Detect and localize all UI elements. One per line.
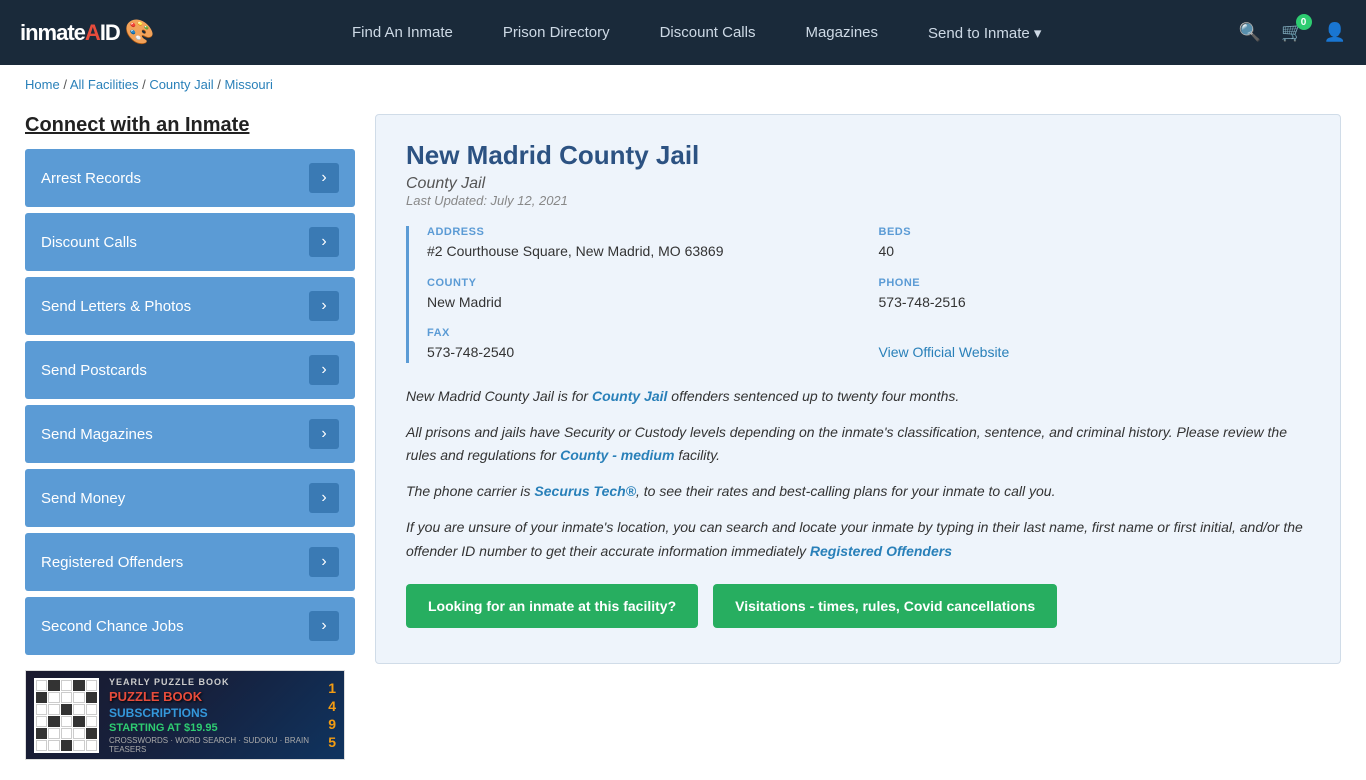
beds-value: 40	[879, 242, 1311, 262]
sidebar-item-label: Arrest Records	[41, 170, 141, 187]
sidebar-item-send-postcards[interactable]: Send Postcards ›	[25, 341, 355, 399]
search-icon[interactable]: 🔍	[1239, 22, 1261, 43]
sidebar-item-send-money[interactable]: Send Money ›	[25, 469, 355, 527]
nav-find-inmate[interactable]: Find An Inmate	[352, 24, 453, 41]
sidebar-item-send-magazines[interactable]: Send Magazines ›	[25, 405, 355, 463]
beds-field: BEDS 40	[879, 226, 1311, 262]
sidebar-item-arrest-records[interactable]: Arrest Records ›	[25, 149, 355, 207]
county-value: New Madrid	[427, 293, 859, 313]
county-medium-link[interactable]: County - medium	[560, 447, 674, 463]
breadcrumb-state[interactable]: Missouri	[224, 77, 272, 92]
website-label	[879, 327, 1311, 339]
sidebar-item-label: Send Postcards	[41, 362, 147, 379]
fax-value: 573-748-2540	[427, 343, 859, 363]
sidebar-item-label: Second Chance Jobs	[41, 618, 184, 635]
ad-crossword-image	[34, 678, 99, 753]
user-icon[interactable]: 👤	[1324, 22, 1346, 43]
nav-magazines[interactable]: Magazines	[805, 24, 878, 41]
beds-label: BEDS	[879, 226, 1311, 238]
arrow-icon: ›	[309, 227, 339, 257]
website-link[interactable]: View Official Website	[879, 344, 1010, 360]
sidebar-item-discount-calls[interactable]: Discount Calls ›	[25, 213, 355, 271]
sidebar-item-second-chance-jobs[interactable]: Second Chance Jobs ›	[25, 597, 355, 655]
arrow-icon: ›	[309, 419, 339, 449]
sidebar-item-send-letters[interactable]: Send Letters & Photos ›	[25, 277, 355, 335]
facility-name: New Madrid County Jail	[406, 140, 1310, 171]
nav-links: Find An Inmate Prison Directory Discount…	[195, 24, 1199, 42]
breadcrumb-all-facilities[interactable]: All Facilities	[70, 77, 139, 92]
county-field: COUNTY New Madrid	[427, 277, 859, 313]
ad-subscriptions-label: SUBSCRIPTIONS	[109, 706, 318, 720]
sidebar-item-registered-offenders[interactable]: Registered Offenders ›	[25, 533, 355, 591]
logo-text: inmateAID	[20, 20, 120, 46]
sidebar-menu: Arrest Records › Discount Calls › Send L…	[25, 149, 355, 655]
registered-offenders-link[interactable]: Registered Offenders	[810, 543, 952, 559]
website-field: View Official Website	[879, 327, 1311, 363]
website-value[interactable]: View Official Website	[879, 343, 1311, 363]
address-field: ADDRESS #2 Courthouse Square, New Madrid…	[427, 226, 859, 262]
ad-text: YEARLY PUZZLE BOOK PUZZLE BOOK SUBSCRIPT…	[109, 677, 318, 754]
phone-value: 573-748-2516	[879, 293, 1311, 313]
address-value: #2 Courthouse Square, New Madrid, MO 638…	[427, 242, 859, 262]
desc-p3: The phone carrier is Securus Tech®, to s…	[406, 480, 1310, 504]
sidebar-item-label: Discount Calls	[41, 234, 137, 251]
desc-p1: New Madrid County Jail is for County Jai…	[406, 385, 1310, 409]
ad-num-5: 5	[328, 734, 336, 750]
cart-badge: 0	[1296, 14, 1312, 30]
securus-link[interactable]: Securus Tech®	[534, 483, 636, 499]
desc-p2: All prisons and jails have Security or C…	[406, 421, 1310, 469]
logo[interactable]: inmateAID 🎨	[20, 18, 155, 47]
sidebar: Connect with an Inmate Arrest Records › …	[25, 114, 355, 760]
nav-send-to-inmate[interactable]: Send to Inmate ▾	[928, 24, 1041, 42]
visitations-button[interactable]: Visitations - times, rules, Covid cancel…	[713, 584, 1057, 628]
breadcrumb-home[interactable]: Home	[25, 77, 60, 92]
arrow-icon: ›	[309, 547, 339, 577]
phone-label: PHONE	[879, 277, 1311, 289]
facility-type: County Jail	[406, 175, 1310, 193]
sidebar-ad[interactable]: YEARLY PUZZLE BOOK PUZZLE BOOK SUBSCRIPT…	[25, 670, 345, 760]
navbar: inmateAID 🎨 Find An Inmate Prison Direct…	[0, 0, 1366, 65]
nav-actions: 🔍 🛒 0 👤	[1239, 22, 1346, 43]
sidebar-item-label: Registered Offenders	[41, 554, 183, 571]
fax-field: FAX 573-748-2540	[427, 327, 859, 363]
action-buttons: Looking for an inmate at this facility? …	[406, 584, 1310, 628]
ad-num-4: 4	[328, 698, 336, 714]
county-label: COUNTY	[427, 277, 859, 289]
nav-prison-directory[interactable]: Prison Directory	[503, 24, 610, 41]
fax-label: FAX	[427, 327, 859, 339]
facility-updated: Last Updated: July 12, 2021	[406, 193, 1310, 208]
ad-puzzle-label: PUZZLE BOOK	[109, 689, 318, 704]
phone-field: PHONE 573-748-2516	[879, 277, 1311, 313]
cart-wrapper[interactable]: 🛒 0	[1281, 22, 1303, 43]
arrow-icon: ›	[309, 163, 339, 193]
description-block: New Madrid County Jail is for County Jai…	[406, 385, 1310, 564]
ad-types-label: CROSSWORDS · WORD SEARCH · SUDOKU · BRAI…	[109, 736, 318, 754]
logo-icon: 🎨	[125, 18, 155, 47]
arrow-icon: ›	[309, 355, 339, 385]
looking-for-inmate-button[interactable]: Looking for an inmate at this facility?	[406, 584, 698, 628]
breadcrumb: Home / All Facilities / County Jail / Mi…	[0, 65, 1366, 104]
arrow-icon: ›	[309, 483, 339, 513]
sidebar-item-label: Send Money	[41, 490, 125, 507]
ad-num-9: 9	[328, 716, 336, 732]
ad-yearly-label: YEARLY PUZZLE BOOK	[109, 677, 318, 687]
breadcrumb-county-jail[interactable]: County Jail	[149, 77, 213, 92]
desc-p4: If you are unsure of your inmate's locat…	[406, 516, 1310, 564]
arrow-icon: ›	[309, 611, 339, 641]
info-grid: ADDRESS #2 Courthouse Square, New Madrid…	[406, 226, 1310, 363]
ad-num-1: 1	[328, 680, 336, 696]
nav-discount-calls[interactable]: Discount Calls	[660, 24, 756, 41]
arrow-icon: ›	[309, 291, 339, 321]
address-label: ADDRESS	[427, 226, 859, 238]
ad-starting-label: STARTING AT $19.95	[109, 722, 318, 734]
main-layout: Connect with an Inmate Arrest Records › …	[0, 104, 1366, 780]
sidebar-title: Connect with an Inmate	[25, 114, 355, 137]
ad-numbers: 1 4 9 5	[328, 680, 336, 750]
sidebar-item-label: Send Magazines	[41, 426, 153, 443]
sidebar-item-label: Send Letters & Photos	[41, 298, 191, 315]
content-panel: New Madrid County Jail County Jail Last …	[375, 114, 1341, 664]
county-jail-link[interactable]: County Jail	[592, 388, 667, 404]
